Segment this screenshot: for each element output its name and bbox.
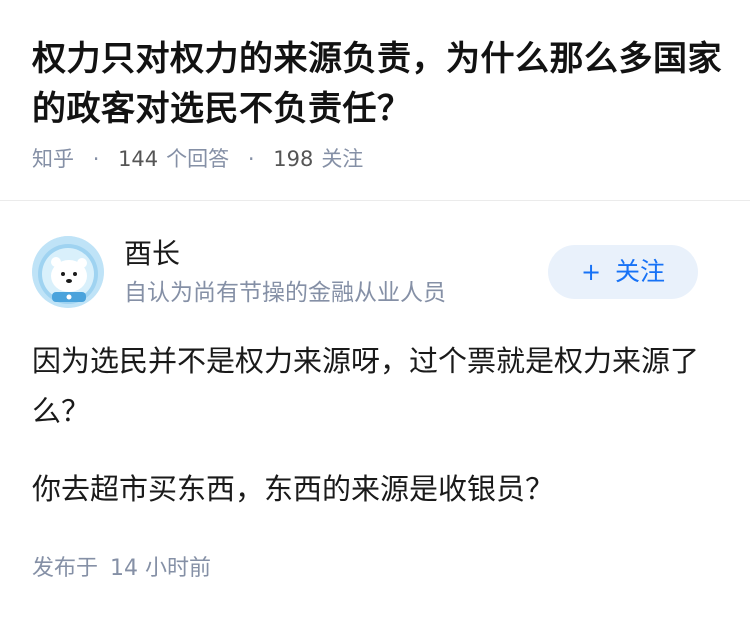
avatar[interactable] [32, 236, 104, 308]
author-row: 酉长 自认为尚有节操的金融从业人员 + 关注 [0, 232, 750, 312]
answer-footer: 发布于 14 小时前 [32, 552, 211, 586]
polar-bear-astronaut-avatar-icon [32, 236, 104, 308]
author-name[interactable]: 酉长 [124, 234, 180, 274]
follow-button[interactable]: + 关注 [548, 245, 698, 299]
published-label: 发布于 [32, 556, 99, 581]
source-label[interactable]: 知乎 [32, 147, 74, 171]
plus-icon: + [580, 258, 602, 286]
follow-button-label: 关注 [615, 257, 666, 286]
published-time[interactable]: 14 小时前 [110, 556, 211, 581]
meta-separator-dot: · [92, 147, 100, 171]
answer-body: 因为选民并不是权力来源呀，过个票就是权力来源了么？ 你去超市买东西，东西的来源是… [32, 336, 722, 542]
follower-count-label[interactable]: 关注 [321, 147, 363, 171]
question-title[interactable]: 权力只对权力的来源负责，为什么那么多国家的政客对选民不负责任？ [32, 34, 722, 134]
question-meta: 知乎 · 144 个回答 · 198 关注 [32, 143, 363, 175]
follower-count: 198 [273, 147, 314, 171]
section-divider [0, 200, 750, 201]
answer-count: 144 [118, 147, 159, 171]
author-bio: 自认为尚有节操的金融从业人员 [124, 280, 446, 306]
answer-count-label[interactable]: 个回答 [166, 147, 229, 171]
meta-separator-dot: · [247, 147, 255, 171]
answer-paragraph: 你去超市买东西，东西的来源是收银员？ [32, 472, 555, 506]
question-header: 权力只对权力的来源负责，为什么那么多国家的政客对选民不负责任？ 知乎 · 144… [0, 0, 750, 200]
answer-paragraph: 因为选民并不是权力来源呀，过个票就是权力来源了么？ [32, 344, 700, 428]
